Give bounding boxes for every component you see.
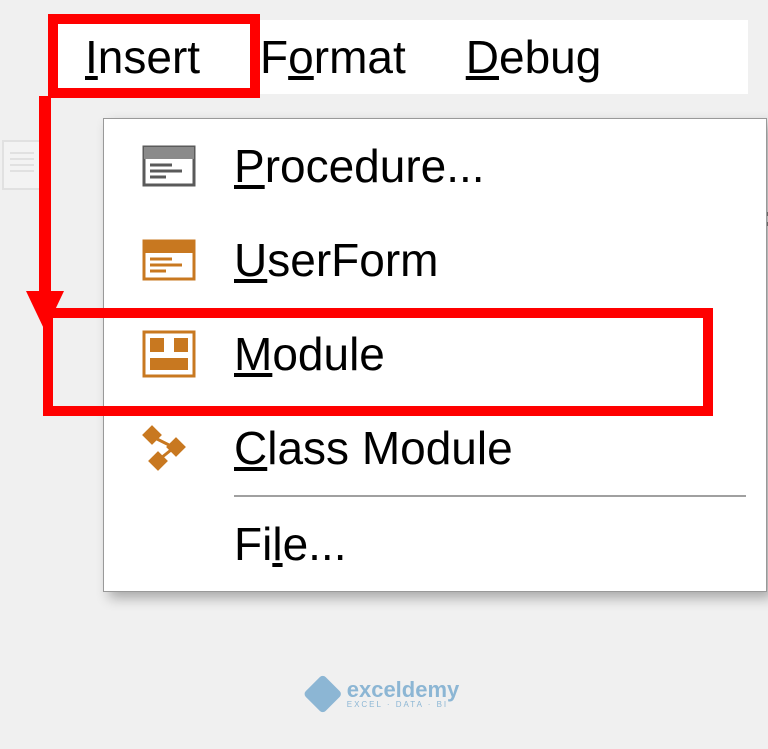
menu-format[interactable]: Format xyxy=(230,20,436,94)
userform-label: UserForm xyxy=(234,233,766,287)
class-module-icon xyxy=(104,424,234,472)
insert-dropdown: Procedure... UserForm xyxy=(103,118,767,592)
dropdown-item-procedure[interactable]: Procedure... xyxy=(104,119,766,213)
menu-region: Insert Format Debug Procedure... xyxy=(55,20,748,94)
file-label: File... xyxy=(234,517,766,571)
procedure-icon xyxy=(104,145,234,187)
userform-icon xyxy=(104,239,234,281)
menubar: Insert Format Debug xyxy=(55,20,748,94)
dropdown-item-file[interactable]: File... xyxy=(104,497,766,591)
module-icon xyxy=(104,330,234,378)
procedure-label: Procedure... xyxy=(234,139,766,193)
watermark: exceldemy EXCEL · DATA · BI xyxy=(309,679,460,709)
menu-insert[interactable]: Insert xyxy=(55,20,230,94)
background-doc-icon xyxy=(2,140,42,190)
menu-debug[interactable]: Debug xyxy=(436,20,632,94)
module-label: Module xyxy=(234,327,766,381)
watermark-sub-text: EXCEL · DATA · BI xyxy=(347,701,460,709)
class-module-label: Class Module xyxy=(234,421,766,475)
watermark-main-text: exceldemy xyxy=(347,679,460,701)
red-arrow-annotation xyxy=(20,96,70,336)
dropdown-item-userform[interactable]: UserForm xyxy=(104,213,766,307)
watermark-logo-icon xyxy=(303,674,343,714)
dropdown-item-class-module[interactable]: Class Module xyxy=(104,401,766,495)
dropdown-item-module[interactable]: Module xyxy=(104,307,766,401)
